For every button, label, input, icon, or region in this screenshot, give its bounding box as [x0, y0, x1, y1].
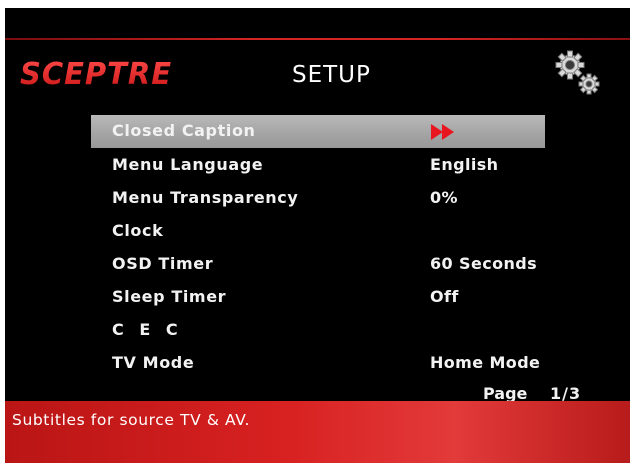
menu-item-label: C E C [112, 320, 183, 339]
menu-item-label: TV Mode [112, 353, 195, 372]
menu-item-clock[interactable]: Clock [91, 215, 545, 248]
menu-item-label: Closed Caption [112, 121, 256, 140]
menu-item-value: 60 Seconds [430, 254, 538, 273]
menu-item-label: Sleep Timer [112, 287, 227, 306]
menu-item-label: Menu Transparency [112, 188, 299, 207]
help-bar: Subtitles for source TV & AV. [5, 401, 630, 463]
submenu-arrow-icon [431, 124, 454, 140]
menu-item-label: Menu Language [112, 155, 264, 174]
menu-item-value: Home Mode [430, 353, 541, 372]
menu-item-label: OSD Timer [112, 254, 214, 273]
help-text: Subtitles for source TV & AV. [12, 411, 251, 429]
menu-item-menu-transparency[interactable]: Menu Transparency 0% [91, 182, 545, 215]
menu-item-label: Clock [112, 221, 164, 240]
tv-osd-screen: SCEPTRE SETUP Closed Caption Menu Langua… [5, 8, 630, 463]
menu-item-value: Off [430, 287, 459, 306]
menu-item-tv-mode[interactable]: TV Mode Home Mode [91, 347, 545, 380]
menu-item-osd-timer[interactable]: OSD Timer 60 Seconds [91, 248, 545, 281]
menu-item-value: English [430, 155, 499, 174]
menu-item-closed-caption[interactable]: Closed Caption [91, 115, 545, 148]
menu-item-cec[interactable]: C E C [91, 314, 545, 347]
setup-menu: Closed Caption Menu Language English Men… [5, 8, 630, 408]
menu-item-sleep-timer[interactable]: Sleep Timer Off [91, 281, 545, 314]
menu-item-menu-language[interactable]: Menu Language English [91, 149, 545, 182]
menu-item-value: 0% [430, 188, 458, 207]
